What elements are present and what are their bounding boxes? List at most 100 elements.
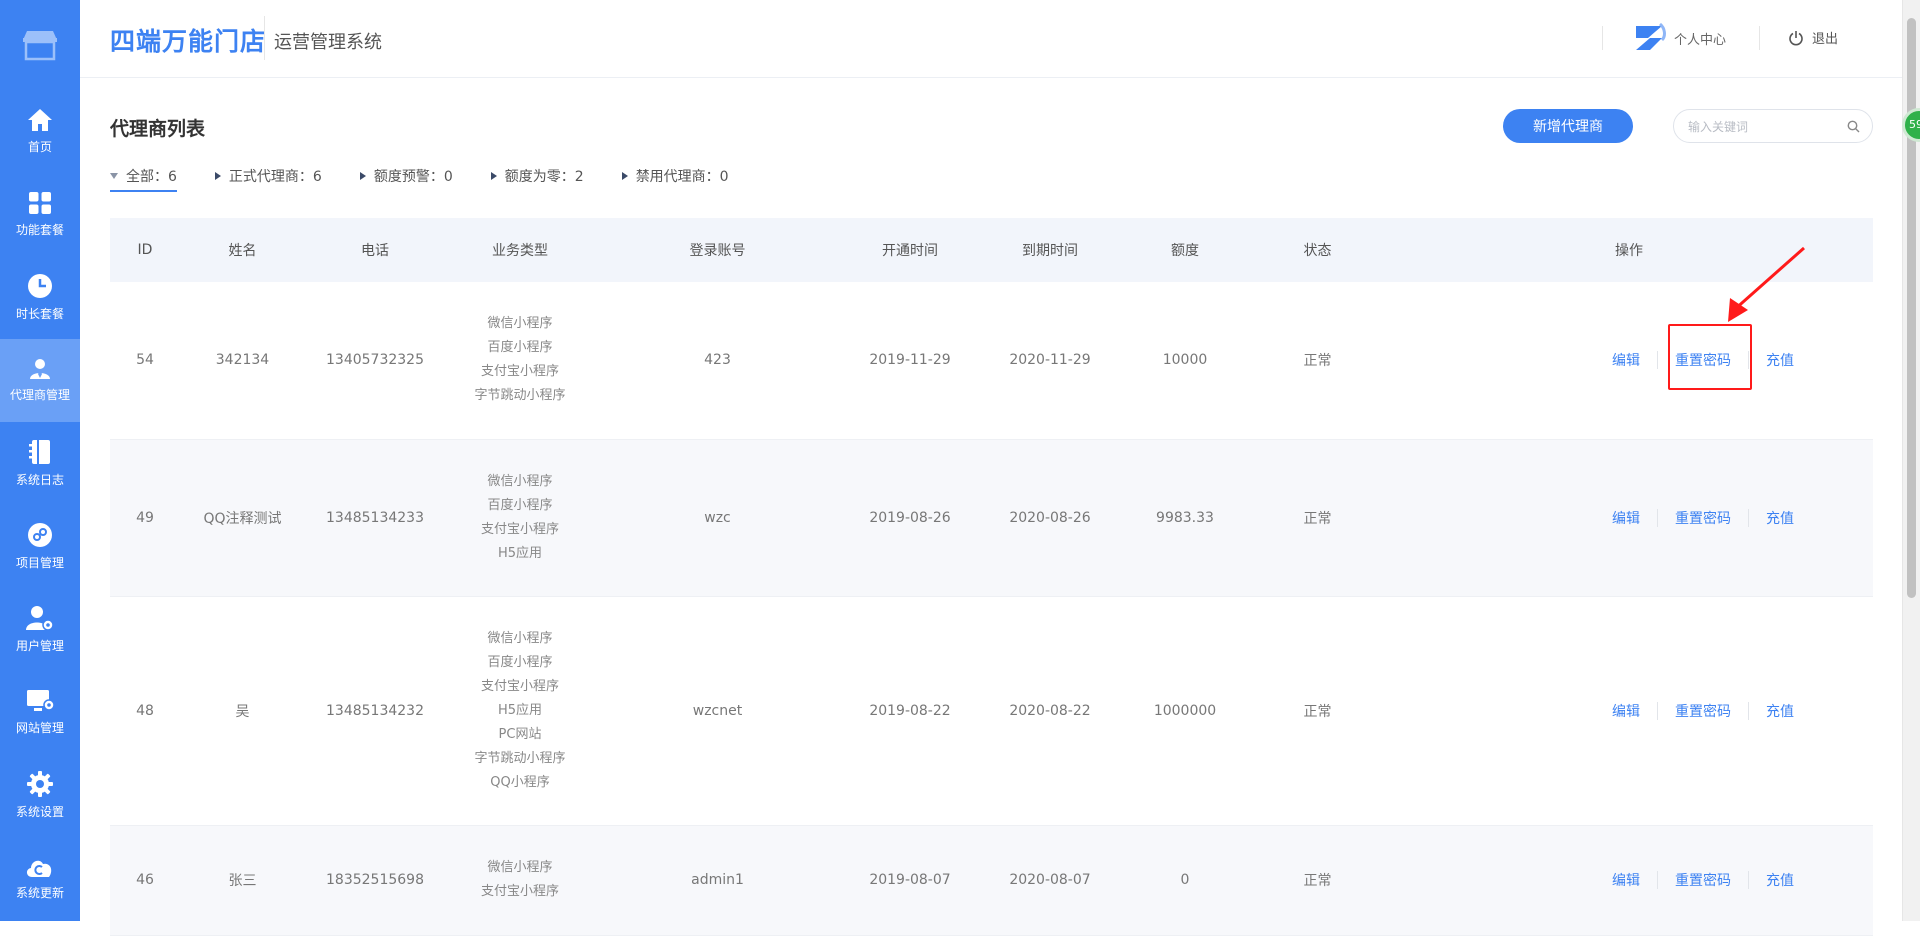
brand-name[interactable]: 四端万能门店 [110, 22, 266, 58]
cell-open-time: 2019-08-07 [840, 825, 980, 936]
cell-quota: 0 [1120, 825, 1250, 936]
edit-button[interactable]: 编辑 [1612, 508, 1640, 528]
cell-phone: 13405732325 [305, 282, 445, 440]
scrollbar-thumb[interactable] [1907, 18, 1916, 598]
cell-name: 342134 [180, 282, 305, 440]
grid-icon [29, 192, 51, 214]
page-title: 代理商列表 [110, 118, 206, 140]
sidebar-item-label: 网站管理 [15, 721, 64, 735]
col-header-phone: 电话 [361, 243, 389, 259]
filter-quota-warning[interactable]: 额度预警：0 [359, 166, 453, 192]
sidebar-item-label: 系统设置 [15, 805, 64, 819]
business-type: 字节跳动小程序 [474, 750, 566, 766]
cell-business: 微信小程序 支付宝小程序 [445, 825, 595, 936]
filter-official[interactable]: 正式代理商：6 [214, 166, 322, 192]
filter-label: 额度预警：0 [373, 169, 453, 185]
col-header-id: ID [137, 242, 153, 258]
cell-id: 49 [110, 439, 180, 597]
sidebar: 首页 功能套餐 时长套餐 代理商管理 系统日志 项目管理 用户管理 网站管理 系… [0, 0, 80, 921]
user-settings-icon [26, 606, 54, 631]
divider [264, 16, 265, 60]
business-type: 微信小程序 [487, 860, 553, 875]
cloud-update-icon [26, 860, 52, 877]
divider [1657, 351, 1658, 370]
recharge-button[interactable]: 充值 [1766, 350, 1794, 370]
recharge-button[interactable]: 充值 [1766, 701, 1794, 721]
edit-button[interactable]: 编辑 [1612, 701, 1640, 721]
sidebar-item-label: 项目管理 [15, 556, 64, 570]
cell-name: 吴 [180, 596, 305, 826]
col-header-account: 登录账号 [689, 243, 746, 259]
cell-actions: 编辑 重置密码 充值 [1385, 596, 1873, 826]
caret-right-icon [214, 172, 221, 180]
divider [1657, 871, 1658, 889]
sidebar-item-agents[interactable]: 代理商管理 [0, 339, 80, 422]
filter-disabled[interactable]: 禁用代理商：0 [621, 166, 729, 192]
reset-password-button[interactable]: 重置密码 [1675, 701, 1731, 721]
annotation-arrow-icon [1728, 246, 1805, 322]
col-header-quota: 额度 [1171, 243, 1199, 259]
cell-account: wzcnet [595, 596, 840, 826]
reset-password-button[interactable]: 重置密码 [1675, 508, 1731, 528]
search-input[interactable] [1688, 117, 1838, 137]
user-center-link[interactable]: 个人中心 [1632, 22, 1726, 54]
sidebar-item-label: 系统更新 [15, 886, 64, 900]
user-center-label: 个人中心 [1674, 32, 1727, 48]
store-logo-icon[interactable] [0, 0, 80, 90]
business-type: 支付宝小程序 [480, 884, 559, 899]
cell-phone: 13485134232 [305, 596, 445, 826]
cell-id: 54 [110, 282, 180, 440]
caret-right-icon [490, 172, 497, 180]
cell-phone: 13485134233 [305, 439, 445, 597]
logout-button[interactable]: 退出 [1788, 28, 1838, 47]
edit-button[interactable]: 编辑 [1612, 350, 1640, 370]
cell-account: wzc [595, 439, 840, 597]
table-row: 48 吴 13485134232 微信小程序 百度小程序 支付宝小程序 H5应用… [110, 596, 1873, 826]
recharge-button[interactable]: 充值 [1766, 508, 1794, 528]
edit-button[interactable]: 编辑 [1612, 870, 1640, 890]
notebook-icon [29, 440, 50, 464]
cell-actions: 编辑 重置密码 充值 [1385, 825, 1873, 936]
filter-label: 全部：6 [126, 169, 177, 185]
divider [1602, 26, 1603, 50]
cell-quota: 9983.33 [1120, 439, 1250, 597]
sidebar-item-label: 用户管理 [15, 639, 64, 653]
sidebar-item-users[interactable]: 用户管理 [0, 588, 80, 671]
business-type: 微信小程序 [487, 630, 553, 646]
table-row: 49 QQ注释测试 13485134233 微信小程序 百度小程序 支付宝小程序… [110, 439, 1873, 597]
sidebar-item-home[interactable]: 首页 [0, 90, 80, 173]
business-type: QQ小程序 [490, 774, 550, 790]
sidebar-item-packages[interactable]: 功能套餐 [0, 173, 80, 256]
business-type: 支付宝小程序 [480, 521, 559, 537]
cell-business: 微信小程序 百度小程序 支付宝小程序 字节跳动小程序 [445, 282, 595, 440]
cell-quota: 1000000 [1120, 596, 1250, 826]
cell-account: 423 [595, 282, 840, 440]
divider [1748, 701, 1749, 720]
sidebar-item-projects[interactable]: 项目管理 [0, 505, 80, 588]
sidebar-item-update[interactable]: 系统更新 [0, 837, 80, 920]
business-type: 微信小程序 [487, 473, 553, 489]
filter-label: 额度为零：2 [504, 169, 584, 185]
divider [1657, 508, 1658, 527]
business-type: H5应用 [497, 545, 543, 561]
reset-password-button[interactable]: 重置密码 [1675, 870, 1731, 890]
sidebar-item-settings[interactable]: 系统设置 [0, 754, 80, 837]
filter-quota-zero[interactable]: 额度为零：2 [490, 166, 584, 192]
recharge-button[interactable]: 充值 [1766, 870, 1794, 890]
add-agent-button[interactable]: 新增代理商 [1503, 109, 1633, 143]
business-type: 微信小程序 [487, 316, 553, 332]
business-type: 支付宝小程序 [480, 678, 559, 694]
filter-all[interactable]: 全部：6 [110, 166, 177, 192]
sidebar-item-duration[interactable]: 时长套餐 [0, 256, 80, 339]
sidebar-item-logs[interactable]: 系统日志 [0, 422, 80, 505]
logout-label: 退出 [1812, 32, 1839, 47]
user-logo-icon [1636, 22, 1666, 50]
sidebar-item-website[interactable]: 网站管理 [0, 671, 80, 754]
col-header-open-time: 开通时间 [882, 243, 938, 259]
search-icon[interactable] [1847, 120, 1860, 133]
cell-status: 正常 [1250, 439, 1385, 597]
divider [1759, 26, 1760, 50]
table-header-row: ID 姓名 电话 业务类型 登录账号 开通时间 到期时间 额度 状态 操作 [110, 218, 1873, 282]
divider [1748, 508, 1749, 527]
filter-label: 正式代理商：6 [228, 169, 322, 185]
